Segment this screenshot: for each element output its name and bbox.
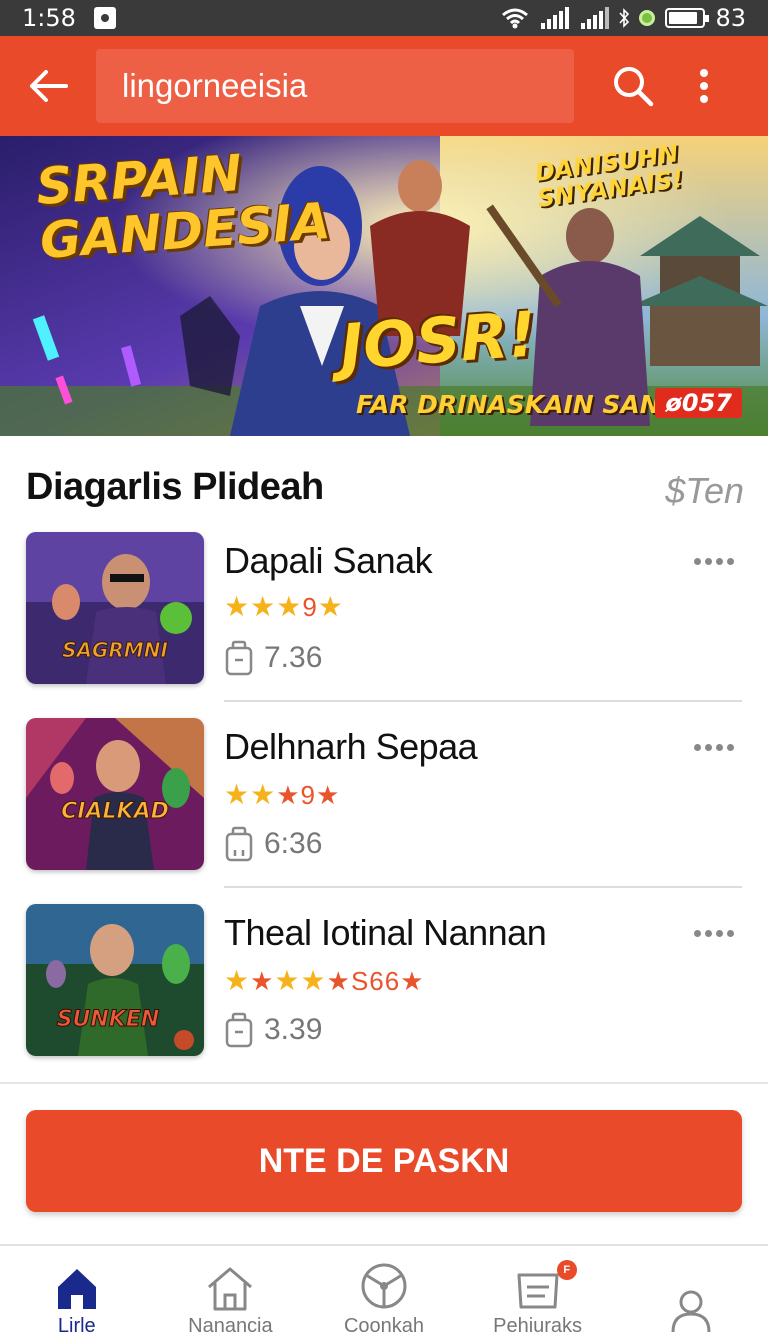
game-title: Theal Iotinal Nannan xyxy=(224,912,547,953)
arrow-left-icon xyxy=(30,70,68,102)
wifi-icon xyxy=(502,8,529,29)
home-outline-icon xyxy=(208,1267,253,1311)
thumb-text: SAGRMNI xyxy=(62,638,168,662)
game-size: 3.39 xyxy=(224,1012,322,1048)
game-thumbnail-art: CIALKAD xyxy=(26,718,204,870)
banner-headline: JOSR! xyxy=(337,297,539,384)
thumb-text: CIALKAD xyxy=(61,799,169,824)
list-item[interactable]: CIALKAD Delhnarh Sepaa ★★★9★ 6:36 xyxy=(0,718,768,904)
game-title: Delhnarh Sepaa xyxy=(224,726,478,767)
thumb-text: SUNKEN xyxy=(57,1007,160,1032)
search-query: lingorneeisia xyxy=(122,67,308,104)
bluetooth-icon xyxy=(619,8,630,28)
game-title: Dapali Sanak xyxy=(224,540,433,581)
section-see-all-link[interactable]: $Ten xyxy=(665,470,744,512)
section-title: Diagarlis Plideah xyxy=(26,466,324,508)
sync-icon xyxy=(639,10,656,26)
rating-stars: ★★★9★ xyxy=(224,779,341,810)
inbox-icon xyxy=(517,1273,559,1309)
nav-item-nanancia[interactable]: Nanancia xyxy=(154,1246,308,1344)
primary-action-button[interactable]: NTE DE PASKN xyxy=(26,1110,742,1212)
banner-title: SRPAIN GANDESIA xyxy=(34,140,332,270)
promo-banner[interactable]: SRPAIN GANDESIA DANISUHN SNYANAIS! JOSR!… xyxy=(0,136,768,436)
list-item[interactable]: SUNKEN Theal Iotinal Nannan ★★★★★S66★ 3.… xyxy=(0,904,768,1090)
game-thumbnail: SUNKEN xyxy=(26,904,204,1056)
rating-text: S66 xyxy=(350,966,401,996)
signal-icon-2 xyxy=(581,7,610,29)
more-vertical-icon xyxy=(700,69,708,103)
bottom-navigation: Lirle Nanancia Coonkah F Pehiuraks xyxy=(0,1244,768,1344)
banner-badge-value: 057 xyxy=(681,389,732,417)
notification-icon xyxy=(93,7,116,29)
nav-item-profile[interactable] xyxy=(614,1246,768,1344)
banner-subtitle: FAR DRINASKAIN SAN xyxy=(356,390,661,419)
rating-stars: ★★★★★S66★ xyxy=(224,965,425,996)
back-button[interactable] xyxy=(0,36,96,136)
status-bar: 1:58 83 xyxy=(0,0,768,36)
nav-item-home[interactable]: Lirle xyxy=(0,1246,154,1344)
search-button[interactable] xyxy=(592,36,674,136)
rating-text: 9 xyxy=(300,780,316,810)
nav-item-coonkah[interactable]: Coonkah xyxy=(307,1246,461,1344)
profile-icon xyxy=(671,1290,711,1333)
game-size: 7.36 xyxy=(224,640,322,676)
app-bar: lingorneeisia xyxy=(0,36,768,136)
search-input[interactable]: lingorneeisia xyxy=(96,49,574,123)
list-divider xyxy=(224,700,742,702)
game-thumbnail: SAGRMNI xyxy=(26,532,204,684)
file-size-icon xyxy=(225,826,253,862)
home-filled-icon xyxy=(57,1269,96,1309)
rating-text: 9 xyxy=(302,592,318,622)
file-size-icon xyxy=(225,640,253,676)
banner-badge-prefix: ø xyxy=(665,389,682,417)
signal-icon xyxy=(541,7,570,29)
nav-label: Pehiuraks xyxy=(493,1315,583,1337)
status-time: 1:58 xyxy=(22,4,76,32)
list-item[interactable]: SAGRMNI Dapali Sanak ★★★9★ 7.36 xyxy=(0,532,768,718)
nav-item-pehiuraks[interactable]: F Pehiuraks xyxy=(461,1246,615,1344)
size-value: 7.36 xyxy=(264,641,323,674)
list-divider xyxy=(224,886,742,888)
section-divider xyxy=(0,1082,768,1084)
nav-label: Lirle xyxy=(57,1315,96,1337)
size-value: 6:36 xyxy=(264,827,323,860)
nav-label: Coonkah xyxy=(343,1315,425,1337)
steering-wheel-icon xyxy=(361,1263,407,1309)
search-icon xyxy=(614,67,654,107)
more-options-button[interactable] xyxy=(694,742,734,752)
game-thumbnail-art: SUNKEN xyxy=(26,904,204,1056)
game-thumbnail-art: SAGRMNI xyxy=(26,532,204,684)
banner-badge: ø057 xyxy=(655,388,742,418)
file-size-icon xyxy=(225,1012,253,1048)
battery-level: 83 xyxy=(715,4,746,32)
game-thumbnail: CIALKAD xyxy=(26,718,204,870)
size-value: 3.39 xyxy=(264,1013,323,1046)
notification-badge: F xyxy=(556,1260,577,1280)
more-options-button[interactable] xyxy=(694,556,734,566)
rating-stars: ★★★9★ xyxy=(224,591,344,622)
game-size: 6:36 xyxy=(224,826,322,862)
more-options-button[interactable] xyxy=(694,928,734,938)
nav-label: Nanancia xyxy=(188,1315,273,1337)
overflow-menu-button[interactable] xyxy=(674,36,734,136)
battery-icon xyxy=(665,8,710,28)
